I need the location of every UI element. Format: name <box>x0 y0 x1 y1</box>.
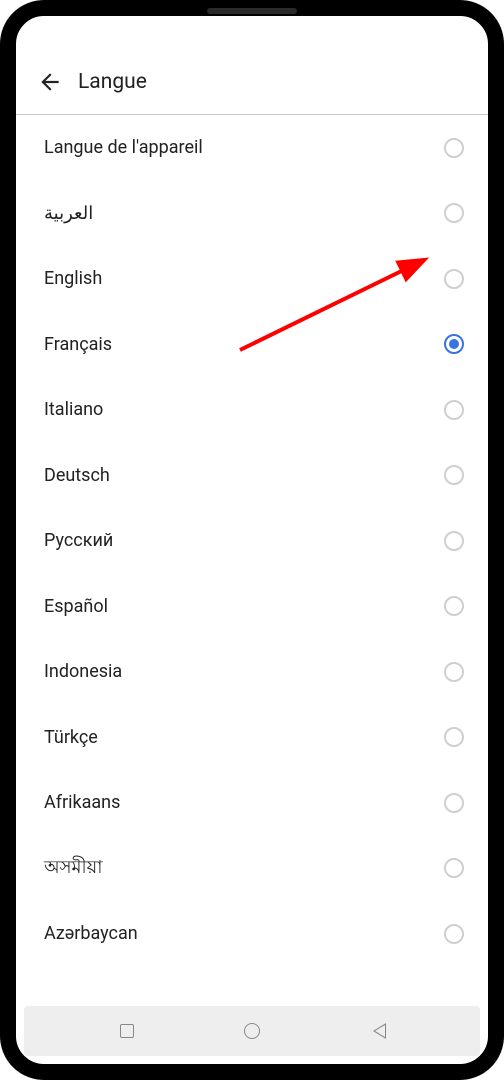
radio-button[interactable] <box>444 465 464 485</box>
header: Langue <box>16 52 488 115</box>
radio-button[interactable] <box>444 203 464 223</box>
language-label: Deutsch <box>44 465 110 486</box>
language-label: Türkçe <box>44 727 98 748</box>
radio-button[interactable] <box>444 138 464 158</box>
circle-icon <box>244 1023 260 1039</box>
language-label: Langue de l'appareil <box>44 137 203 158</box>
language-label: Afrikaans <box>44 792 120 813</box>
language-label: Français <box>44 334 112 355</box>
nav-recent-button[interactable] <box>117 1021 137 1041</box>
language-item[interactable]: Русский <box>16 508 488 574</box>
language-item[interactable]: Indonesia <box>16 639 488 705</box>
radio-button[interactable] <box>444 858 464 878</box>
language-label: অসমীয়া <box>44 853 102 884</box>
square-icon <box>120 1024 134 1038</box>
status-bar <box>16 16 488 52</box>
language-label: Azərbaycan <box>44 923 138 944</box>
language-item[interactable]: অসমীয়া <box>16 836 488 902</box>
radio-button[interactable] <box>444 400 464 420</box>
page-title: Langue <box>78 70 147 94</box>
triangle-left-icon <box>371 1023 384 1039</box>
nav-home-button[interactable] <box>242 1021 262 1041</box>
radio-button[interactable] <box>444 727 464 747</box>
language-item[interactable]: العربية <box>16 181 488 247</box>
language-list: Langue de l'appareil العربية English França… <box>16 115 488 1006</box>
language-item[interactable]: Español <box>16 574 488 640</box>
navigation-bar <box>24 1006 480 1056</box>
radio-button[interactable] <box>444 596 464 616</box>
language-item[interactable]: Français <box>16 312 488 378</box>
language-label: English <box>44 268 102 289</box>
language-item[interactable]: English <box>16 246 488 312</box>
language-item[interactable]: Azərbaycan <box>16 901 488 967</box>
language-label: Русский <box>44 530 113 551</box>
language-item[interactable]: Italiano <box>16 377 488 443</box>
radio-button[interactable] <box>444 334 464 354</box>
nav-back-button[interactable] <box>367 1021 387 1041</box>
language-label: Italiano <box>44 399 103 420</box>
arrow-left-icon <box>37 69 63 95</box>
language-item[interactable]: Afrikaans <box>16 770 488 836</box>
back-button[interactable] <box>36 68 64 96</box>
language-item[interactable]: Türkçe <box>16 705 488 771</box>
radio-button[interactable] <box>444 269 464 289</box>
screen: Langue Langue de l'appareil العربية Englis… <box>16 16 488 1064</box>
radio-button[interactable] <box>444 662 464 682</box>
radio-button[interactable] <box>444 924 464 944</box>
language-label: Español <box>44 596 108 617</box>
language-label: Indonesia <box>44 661 122 682</box>
language-label: العربية <box>44 203 93 224</box>
language-item[interactable]: Deutsch <box>16 443 488 509</box>
radio-button[interactable] <box>444 531 464 551</box>
language-item[interactable]: Langue de l'appareil <box>16 115 488 181</box>
radio-button[interactable] <box>444 793 464 813</box>
